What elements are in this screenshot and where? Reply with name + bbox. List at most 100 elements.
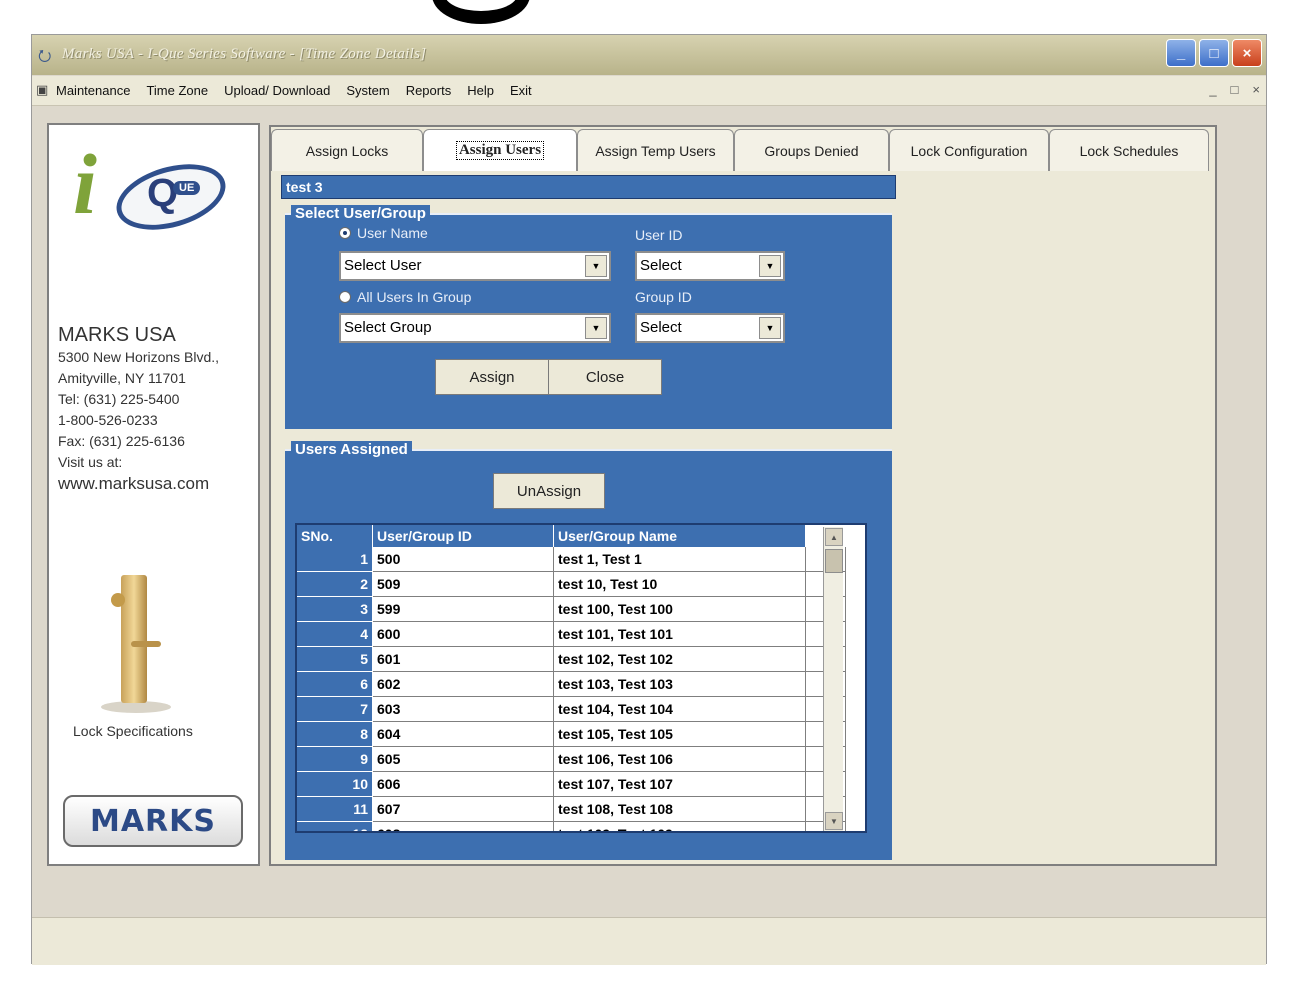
tab-lock-schedules[interactable]: Lock Schedules — [1049, 129, 1209, 171]
id-cell: 599 — [373, 597, 554, 622]
menu-exit[interactable]: Exit — [502, 83, 540, 98]
menu-items: Maintenance Time Zone Upload/ Download S… — [48, 83, 540, 98]
menu-upload-download[interactable]: Upload/ Download — [216, 83, 338, 98]
phone-line: Tel: (631) 225-5400 — [58, 391, 180, 407]
lock-specifications-link[interactable]: Lock Specifications — [73, 723, 193, 739]
group-legend: Select User/Group — [291, 205, 430, 222]
dropdown-arrow-icon[interactable]: ▼ — [585, 317, 607, 339]
name-cell: test 105, Test 105 — [554, 722, 806, 747]
menu-maintenance[interactable]: Maintenance — [48, 83, 138, 98]
radio-label: All Users In Group — [357, 289, 472, 305]
menu-system[interactable]: System — [338, 83, 397, 98]
table-row[interactable]: 11 607 test 108, Test 108 — [297, 797, 846, 822]
group-id-label: Group ID — [635, 289, 692, 305]
mdi-controls: _ □ × — [1209, 82, 1260, 97]
lock-knob — [111, 593, 125, 607]
id-cell: 607 — [373, 797, 554, 822]
menu-help[interactable]: Help — [459, 83, 502, 98]
unassign-button[interactable]: UnAssign — [493, 473, 605, 509]
tab-label: Assign Temp Users — [595, 142, 716, 159]
users-assigned-grid[interactable]: SNo. User/Group ID User/Group Name 1 500 t… — [295, 523, 867, 833]
tab-assign-temp-users[interactable]: Assign Temp Users — [577, 129, 734, 171]
name-cell: test 108, Test 108 — [554, 797, 806, 822]
select-group-combo[interactable]: Select Group ▼ — [339, 313, 611, 343]
table-row[interactable]: 6 602 test 103, Test 103 — [297, 672, 846, 697]
combo-value: Select Group — [344, 319, 432, 336]
title-bar[interactable]: ⭮ Marks USA - I-Que Series Software - [T… — [32, 35, 1266, 75]
page-title-glyph — [432, 0, 530, 24]
user-id-label: User ID — [635, 227, 683, 243]
close-form-button[interactable]: Close — [548, 359, 662, 395]
table-row[interactable]: 12608test 109, Test 109 — [297, 822, 846, 831]
table-row[interactable]: 10 606 test 107, Test 107 — [297, 772, 846, 797]
scroll-down-icon[interactable]: ▼ — [825, 812, 843, 830]
minimize-button[interactable]: _ — [1166, 39, 1196, 67]
website-link[interactable]: www.marksusa.com — [58, 474, 258, 494]
table-row[interactable]: 3 599 test 100, Test 100 — [297, 597, 846, 622]
company-name: MARKS USA — [58, 324, 176, 346]
mdi-minimize-button[interactable]: _ — [1209, 82, 1216, 97]
assign-button[interactable]: Assign — [435, 359, 549, 395]
menu-reports[interactable]: Reports — [398, 83, 460, 98]
select-user-group-box: Select User/Group User Name User ID Sele… — [285, 205, 892, 429]
lock-plate — [121, 575, 147, 703]
sno-cell: 9 — [297, 747, 373, 772]
tab-lock-configuration[interactable]: Lock Configuration — [889, 129, 1049, 171]
name-cell: test 106, Test 106 — [554, 747, 806, 772]
close-button[interactable]: × — [1232, 39, 1262, 67]
column-header-id[interactable]: User/Group ID — [373, 525, 554, 547]
column-header-name[interactable]: User/Group Name — [554, 525, 806, 547]
tab-groups-denied[interactable]: Groups Denied — [734, 129, 889, 171]
lock-image[interactable] — [101, 575, 171, 715]
table-row[interactable]: 2 509 test 10, Test 10 — [297, 572, 846, 597]
window-controls: _ □ × — [1166, 39, 1262, 67]
id-cell: 500 — [373, 547, 554, 572]
user-name-radio[interactable]: User Name — [339, 225, 428, 241]
id-cell: 606 — [373, 772, 554, 797]
table-row[interactable]: 1 500 test 1, Test 1 — [297, 547, 846, 572]
mdi-close-button[interactable]: × — [1252, 82, 1260, 97]
table-row[interactable]: 4 600 test 101, Test 101 — [297, 622, 846, 647]
users-assigned-box: Users Assigned UnAssign SNo. User/Group … — [285, 441, 892, 860]
table-row[interactable]: 8 604 test 105, Test 105 — [297, 722, 846, 747]
tab-assign-locks[interactable]: Assign Locks — [271, 129, 423, 171]
sno-cell: 10 — [297, 772, 373, 797]
mdi-restore-button[interactable]: □ — [1231, 82, 1239, 97]
select-user-combo[interactable]: Select User ▼ — [339, 251, 611, 281]
grid-header: SNo. User/Group ID User/Group Name — [297, 525, 806, 547]
scroll-thumb[interactable] — [825, 549, 843, 573]
select-user-id-combo[interactable]: Select ▼ — [635, 251, 785, 281]
sno-cell: 7 — [297, 697, 373, 722]
dropdown-arrow-icon[interactable]: ▼ — [585, 255, 607, 277]
app-icon[interactable]: ⭮ — [38, 45, 51, 72]
table-row[interactable]: 5 601 test 102, Test 102 — [297, 647, 846, 672]
sno-cell: 6 — [297, 672, 373, 697]
dropdown-arrow-icon[interactable]: ▼ — [759, 317, 781, 339]
vertical-scrollbar[interactable]: ▲ ▼ — [823, 527, 843, 831]
menu-time-zone[interactable]: Time Zone — [138, 83, 216, 98]
minimize-icon: _ — [1176, 44, 1186, 62]
sno-cell: 11 — [297, 797, 373, 822]
id-cell: 608 — [373, 822, 554, 831]
radio-label: User Name — [357, 225, 428, 241]
sidebar: i Q UE MARKS USA 5300 New Horizons Blvd.… — [47, 123, 260, 866]
dropdown-arrow-icon[interactable]: ▼ — [759, 255, 781, 277]
tab-assign-users[interactable]: Assign Users — [423, 129, 577, 171]
table-row[interactable]: 7 603 test 104, Test 104 — [297, 697, 846, 722]
table-row[interactable]: 9 605 test 106, Test 106 — [297, 747, 846, 772]
system-menu-icon[interactable]: ▣ — [36, 82, 48, 98]
tab-label: Assign Users — [455, 141, 545, 160]
name-cell: test 109, Test 109 — [554, 822, 806, 831]
id-cell: 601 — [373, 647, 554, 672]
column-header-sno[interactable]: SNo. — [297, 525, 373, 547]
button-label: UnAssign — [516, 482, 582, 500]
all-users-in-group-radio[interactable]: All Users In Group — [339, 289, 471, 305]
id-cell: 509 — [373, 572, 554, 597]
iq-logo-i: i — [73, 136, 97, 232]
select-group-id-combo[interactable]: Select ▼ — [635, 313, 785, 343]
maximize-icon: □ — [1209, 44, 1219, 62]
name-cell: test 101, Test 101 — [554, 622, 806, 647]
button-label: Assign — [469, 368, 515, 386]
maximize-button[interactable]: □ — [1199, 39, 1229, 67]
scroll-up-icon[interactable]: ▲ — [825, 528, 843, 546]
